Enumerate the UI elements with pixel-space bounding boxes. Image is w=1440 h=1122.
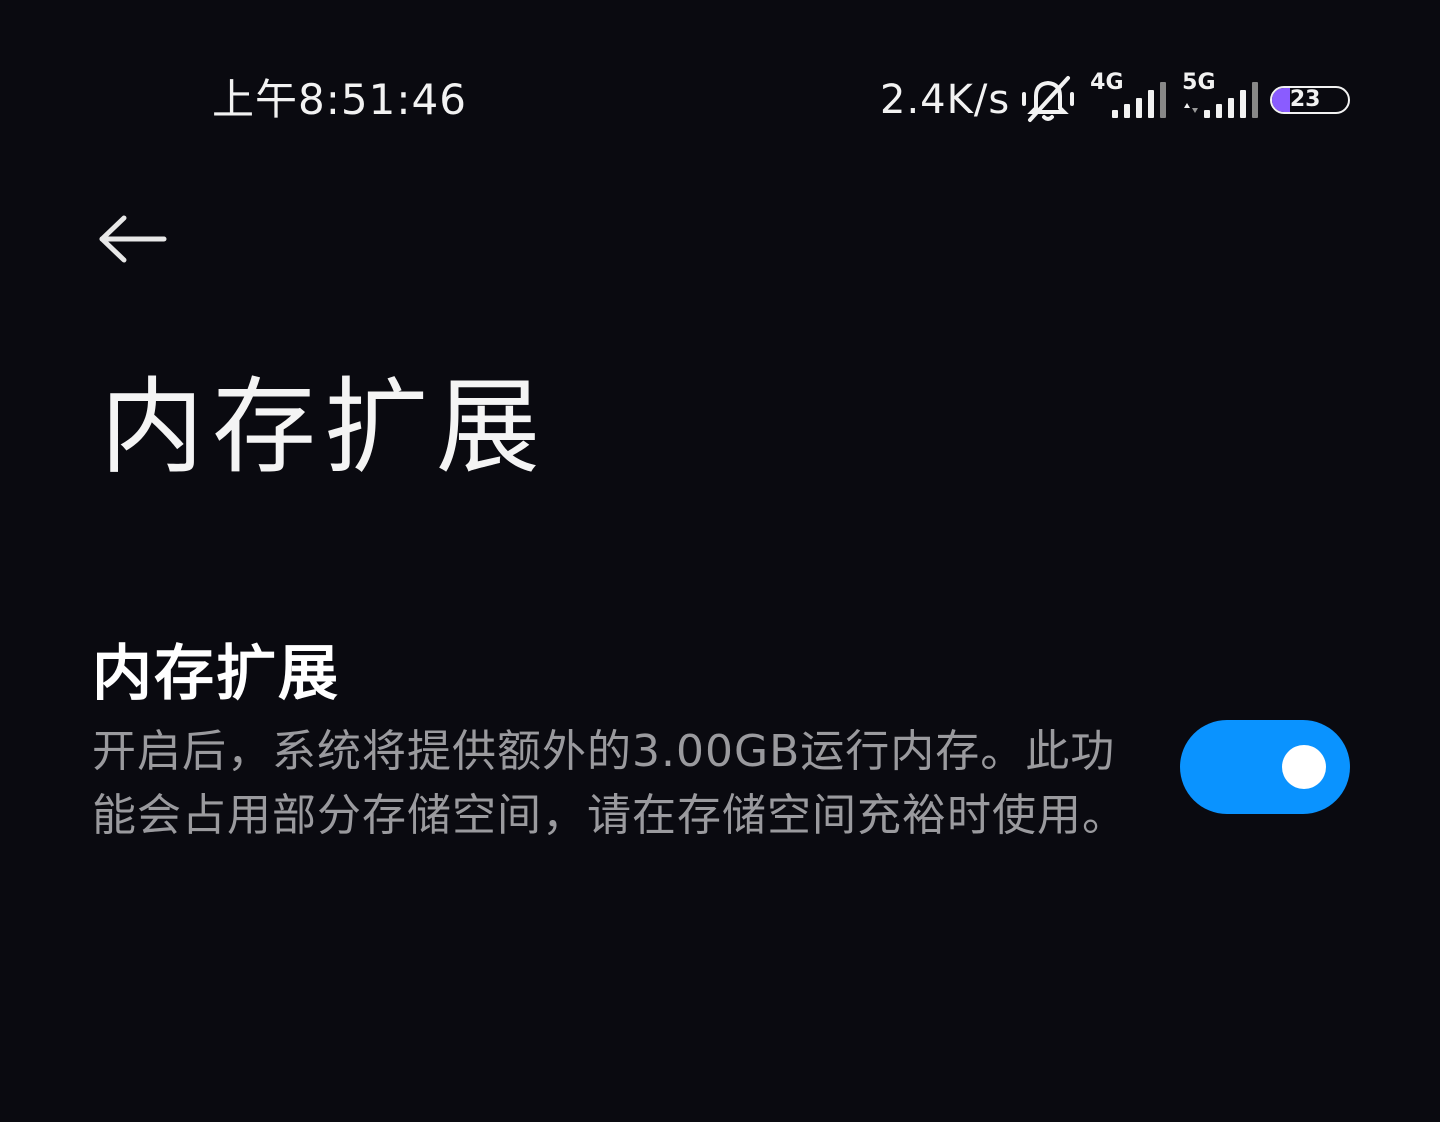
screen: 上午8:51:46 2.4K/s 4G 5G 23 内存扩展 内存扩展 开启后，…	[0, 0, 1440, 1122]
back-button[interactable]	[88, 204, 178, 274]
battery-level: 23	[1289, 87, 1321, 112]
setting-description: 开启后，系统将提供额外的3.00GB运行内存。此功能会占用部分存储空间，请在存储…	[92, 726, 1127, 841]
memory-extension-setting[interactable]: 内存扩展 开启后，系统将提供额外的3.00GB运行内存。此功能会占用部分存储空间…	[0, 620, 1440, 930]
status-time: 上午8:51:46	[212, 75, 467, 124]
signal-4g: 4G	[1084, 70, 1170, 128]
toggle-knob	[1282, 745, 1326, 789]
status-icons: 2.4K/s 4G 5G 23	[880, 70, 1351, 130]
battery-icon: 23	[1270, 86, 1351, 114]
network-speed: 2.4K/s	[880, 77, 1011, 123]
status-bar: 上午8:51:46 2.4K/s 4G 5G 23	[0, 0, 1440, 200]
signal-4g-label: 4G	[1090, 70, 1124, 95]
bell-muted-icon	[1018, 70, 1078, 130]
setting-title: 内存扩展	[92, 639, 340, 709]
signal-5g-label: 5G	[1182, 70, 1216, 95]
signal-5g: 5G	[1176, 70, 1262, 128]
arrow-left-icon	[99, 215, 167, 263]
page-title: 内存扩展	[100, 366, 549, 488]
memory-extension-toggle[interactable]	[1180, 720, 1350, 814]
